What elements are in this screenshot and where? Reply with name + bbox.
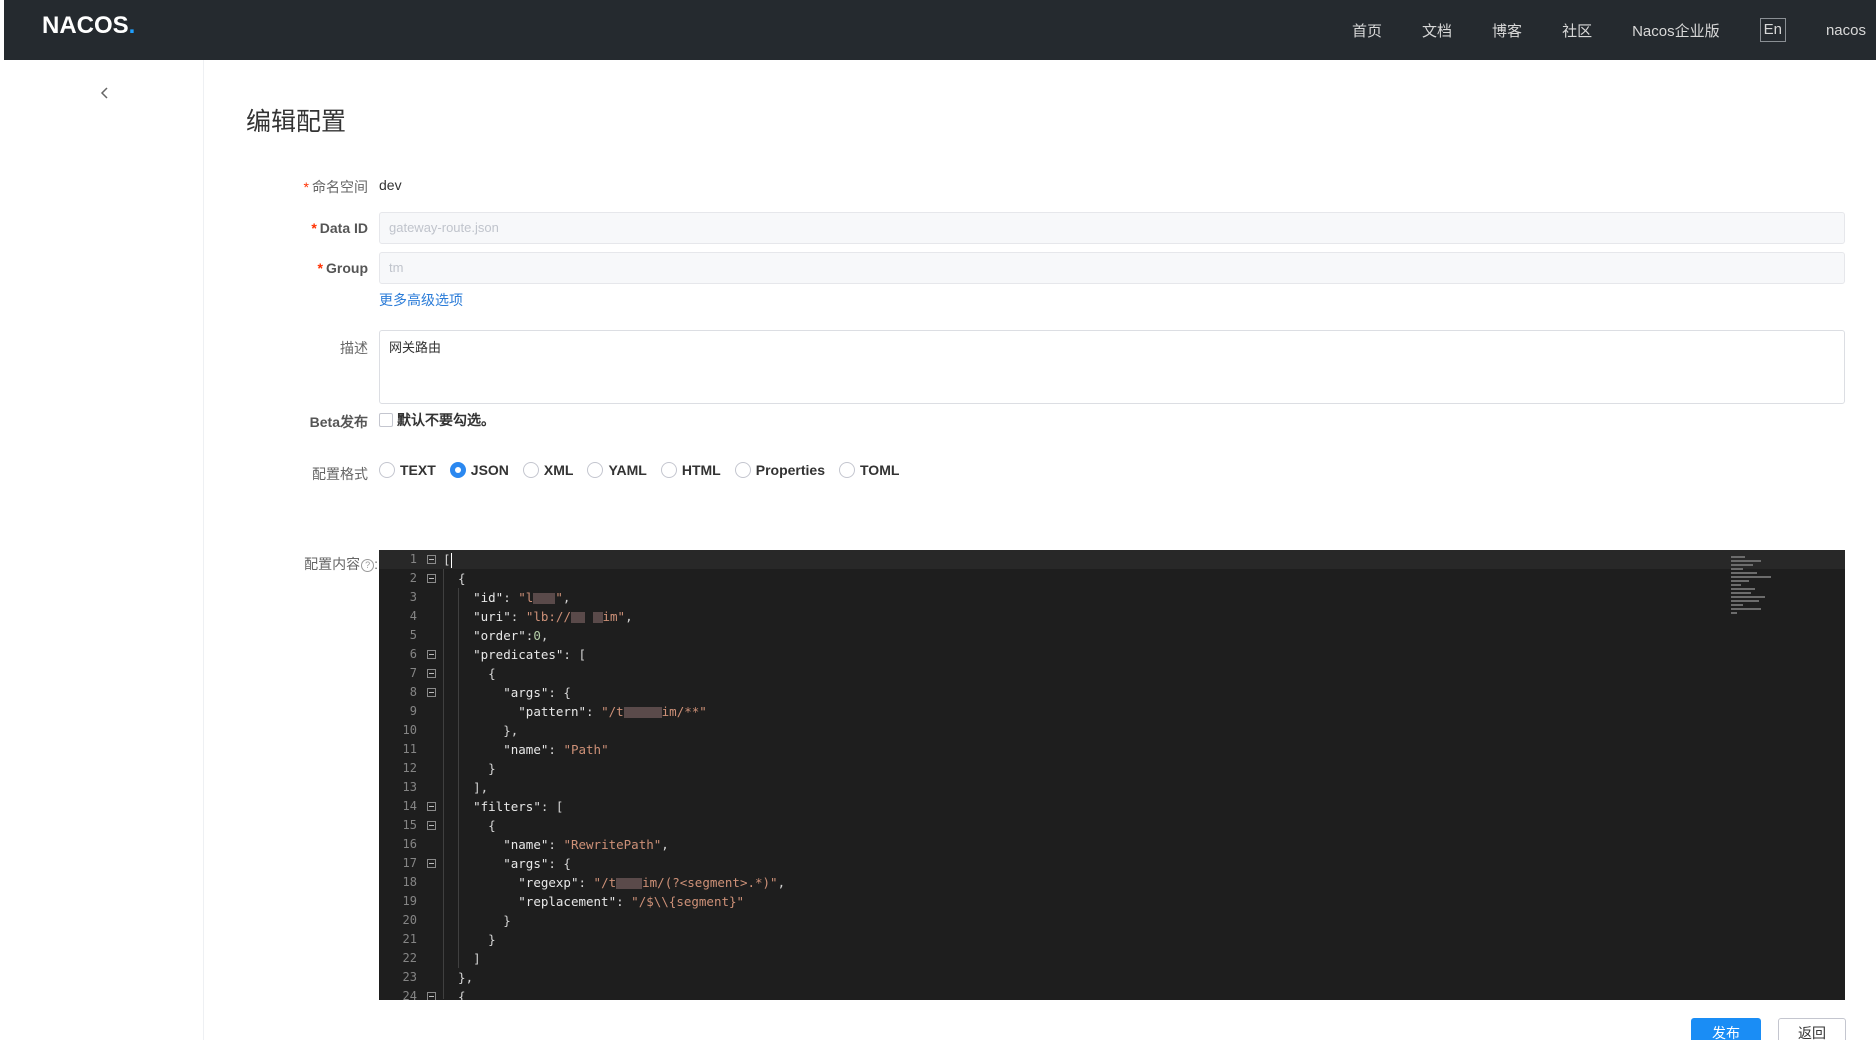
format-option-properties[interactable]: Properties	[734, 462, 825, 478]
data-id-field[interactable]: gateway-route.json	[379, 212, 1845, 244]
beta-row: Beta发布 默认不要勾选。	[204, 408, 1844, 434]
beta-checkbox-wrapper: 默认不要勾选。	[379, 410, 495, 430]
format-option-toml[interactable]: TOML	[839, 462, 899, 478]
namespace-value: dev	[379, 177, 402, 193]
radio-icon	[379, 462, 395, 478]
publish-button[interactable]: 发布	[1691, 1018, 1761, 1040]
format-option-yaml[interactable]: YAML	[587, 462, 647, 478]
user-menu[interactable]: nacos	[1826, 22, 1866, 39]
format-radio-group: TEXT JSON XML YAML HTML Properties TOML	[379, 462, 913, 478]
group-row: * Group tm	[204, 252, 1845, 286]
format-option-xml[interactable]: XML	[522, 462, 573, 478]
advanced-options-link[interactable]: 更多高级选项	[379, 290, 463, 310]
format-option-text[interactable]: TEXT	[379, 462, 436, 478]
namespace-label: * 命名空间	[303, 179, 368, 195]
radio-icon	[734, 462, 751, 478]
top-nav: 首页 文档 博客 社区 Nacos企业版 En nacos	[1352, 0, 1876, 60]
advanced-row: 更多高级选项	[204, 290, 1844, 314]
data-id-label: * Data ID	[311, 220, 368, 236]
nav-home[interactable]: 首页	[1352, 20, 1382, 41]
radio-icon	[839, 462, 855, 478]
nacos-logo[interactable]: NACOS.	[42, 12, 135, 40]
page-title: 编辑配置	[246, 108, 347, 136]
beta-checkbox-label: 默认不要勾选。	[397, 412, 495, 428]
description-row: 描述 网关路由	[204, 330, 1845, 406]
language-switch-button[interactable]: En	[1759, 18, 1786, 42]
radio-icon	[587, 462, 604, 478]
help-circle-icon[interactable]: ?	[361, 558, 375, 572]
description-field[interactable]: 网关路由	[379, 330, 1845, 404]
namespace-row: * 命名空间 dev	[204, 173, 1844, 197]
radio-icon	[522, 462, 539, 478]
sidebar	[4, 60, 204, 1040]
code-editor[interactable]: 1[ 2 { 3 "id": "l ", 4 "uri": "lb:// im",…	[379, 550, 1845, 1000]
code-lines: 1[ 2 { 3 "id": "l ", 4 "uri": "lb:// im",…	[379, 550, 1845, 1000]
data-id-row: * Data ID gateway-route.json	[204, 212, 1845, 246]
content-label: 配置内容?:	[304, 556, 378, 572]
chevron-left-icon[interactable]	[100, 86, 110, 105]
editor-minimap[interactable]	[1731, 556, 1775, 636]
radio-checked-icon	[449, 462, 466, 478]
top-navbar: NACOS. 首页 文档 博客 社区 Nacos企业版 En nacos	[4, 0, 1876, 60]
format-option-html[interactable]: HTML	[660, 462, 721, 478]
main-content: 编辑配置 * 命名空间 dev * Data ID gateway-route.js…	[204, 60, 1876, 1040]
nav-community[interactable]: 社区	[1562, 20, 1592, 41]
radio-icon	[660, 462, 677, 478]
beta-label: Beta发布	[309, 414, 368, 430]
description-label: 描述	[340, 340, 368, 356]
nav-docs[interactable]: 文档	[1422, 20, 1452, 41]
back-button[interactable]: 返回	[1778, 1018, 1846, 1040]
beta-checkbox[interactable]	[379, 413, 393, 427]
nav-blog[interactable]: 博客	[1492, 20, 1522, 41]
format-option-json[interactable]: JSON	[449, 462, 509, 478]
group-label: * Group	[317, 260, 368, 276]
format-label: 配置格式	[312, 466, 368, 482]
group-field[interactable]: tm	[379, 252, 1845, 284]
nav-enterprise[interactable]: Nacos企业版	[1632, 20, 1720, 41]
format-row: 配置格式 TEXT JSON XML YAML HTML Properties …	[204, 460, 1844, 486]
